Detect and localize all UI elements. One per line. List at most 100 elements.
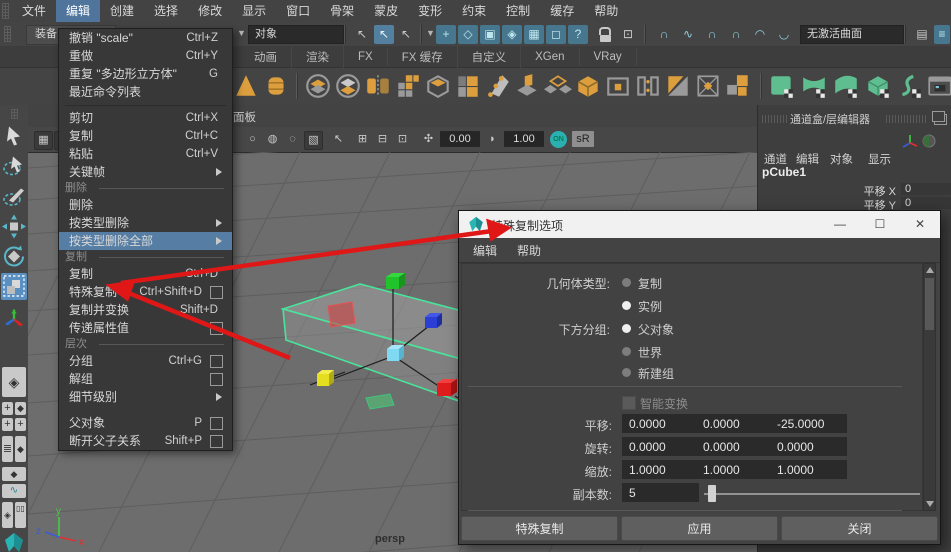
toolbox-drag-handle[interactable]	[11, 109, 18, 119]
scale-tool-icon[interactable]	[1, 273, 27, 300]
green-plane-icon[interactable]	[768, 72, 796, 100]
statusline-drag-handle[interactable]	[4, 26, 11, 42]
extrude-icon[interactable]	[514, 72, 542, 100]
menu-help[interactable]: 帮助	[584, 0, 628, 22]
rotate-tool-icon[interactable]	[1, 243, 27, 270]
menu-create[interactable]: 创建	[100, 0, 144, 22]
menu-modify[interactable]: 修改	[188, 0, 232, 22]
smart-transform-checkbox[interactable]	[622, 396, 636, 410]
menu-item-repeat[interactable]: 重复 "多边形立方体"G	[59, 65, 232, 83]
option-box-icon[interactable]	[210, 322, 223, 335]
menu-item-keys[interactable]: 关键帧	[59, 163, 232, 181]
scale-handle-y[interactable]	[386, 273, 405, 289]
scroll-down-icon[interactable]	[926, 501, 934, 507]
manipulator-plane-handle[interactable]	[366, 394, 394, 409]
layout-hypergraph-button-a[interactable]: ◈	[2, 502, 13, 528]
color-management-toggle[interactable]: ON	[550, 131, 567, 148]
shelf-tab-custom[interactable]: 自定义	[458, 46, 522, 68]
layout-hypergraph-button-b[interactable]: ▯▯	[15, 502, 26, 528]
copies-slider-handle[interactable]	[708, 485, 716, 502]
channel-value[interactable]: 0	[901, 197, 951, 209]
scale-handle-neg[interactable]	[317, 370, 334, 386]
poly-cone-icon[interactable]	[232, 72, 260, 100]
history-toggle-icon[interactable]: ∩	[726, 25, 746, 44]
layered-display-icon[interactable]: ⊞	[354, 131, 371, 148]
scroll-up-icon[interactable]	[926, 267, 934, 273]
xray-joints-icon[interactable]: ◍	[264, 131, 281, 148]
render-settings-icon[interactable]: ≡	[934, 25, 950, 44]
rotate-z-field[interactable]	[770, 437, 847, 456]
plane-toggle-icon[interactable]: ▧	[304, 131, 323, 150]
highlight-selection-icon[interactable]: ⊡	[618, 25, 638, 44]
menu-item-unparent[interactable]: 断开父子关系Shift+P	[59, 432, 232, 450]
lock-icon[interactable]	[596, 25, 614, 42]
scale-handle-z[interactable]	[425, 313, 442, 328]
translate-z-field[interactable]	[770, 414, 847, 433]
smooth-cube-icon[interactable]	[424, 72, 452, 100]
menu-item-paste[interactable]: 粘贴Ctrl+V	[59, 145, 232, 163]
close-dialog-button[interactable]: 关闭	[781, 516, 938, 541]
shelf-tab-fx-caching[interactable]: FX 缓存	[388, 46, 458, 68]
scale-y-field[interactable]	[696, 460, 773, 479]
option-box-icon[interactable]	[210, 286, 223, 299]
menu-item-delete-all-by-type[interactable]: 按类型删除全部	[59, 232, 232, 250]
make-live-icon[interactable]: ◻	[546, 25, 566, 44]
menu-item-transfer-attribute-values[interactable]: 传递属性值	[59, 319, 232, 337]
menu-item-cut[interactable]: 剪切Ctrl+X	[59, 109, 232, 127]
delete-edge-icon[interactable]	[694, 72, 722, 100]
layout-graph-editor-button[interactable]: ∿	[2, 484, 26, 498]
shelf-tab-animation[interactable]: 动画	[240, 46, 292, 68]
duplicate-special-button[interactable]: 特殊复制	[461, 516, 618, 541]
multi-cut-icon[interactable]	[484, 72, 512, 100]
menubar-drag-handle[interactable]	[2, 3, 9, 19]
select-tool-icon[interactable]	[1, 123, 27, 150]
menu-item-level-of-detail[interactable]: 细节级别	[59, 388, 232, 406]
menu-item-duplicate-special[interactable]: 特殊复制Ctrl+Shift+D	[59, 283, 232, 301]
quad-draw-icon[interactable]	[544, 72, 572, 100]
magnet-snap-icon[interactable]: ◠	[750, 25, 770, 44]
green-surface-icon-1[interactable]	[800, 72, 828, 100]
history-output-icon[interactable]: ∿	[678, 25, 698, 44]
panel-menu-panels[interactable]: 面板	[233, 109, 256, 125]
menu-windows[interactable]: 窗口	[276, 0, 320, 22]
active-surface-field[interactable]: 无激活曲面	[800, 25, 904, 44]
combine-icon[interactable]	[304, 72, 332, 100]
green-curve-icon[interactable]	[896, 72, 924, 100]
dialog-titlebar[interactable]: 特殊复制选项 — ☐ ✕	[459, 211, 940, 238]
image-plane-icon[interactable]: ⊡	[394, 131, 411, 148]
rotate-y-field[interactable]	[696, 437, 773, 456]
shelf-tab-xgen[interactable]: XGen	[521, 48, 579, 66]
menu-display[interactable]: 显示	[232, 0, 276, 22]
menu-item-ungroup[interactable]: 解组	[59, 370, 232, 388]
menu-item-duplicate-with-transform[interactable]: 复制并变换Shift+D	[59, 301, 232, 319]
snap-caret-icon[interactable]: ▼	[426, 28, 435, 38]
close-button[interactable]: ✕	[900, 211, 940, 238]
snap-view-plane-icon[interactable]: ▦	[524, 25, 544, 44]
shelf-tab-rendering[interactable]: 渲染	[292, 46, 344, 68]
menu-skin[interactable]: 蒙皮	[364, 0, 408, 22]
menu-item-undo[interactable]: 撤销 "scale"Ctrl+Z	[59, 29, 232, 47]
channelbox-axis-icon[interactable]	[900, 133, 940, 149]
option-box-icon[interactable]	[210, 417, 223, 430]
separate-icon[interactable]	[334, 72, 362, 100]
gamma-field[interactable]: 1.00	[504, 131, 544, 147]
fill-hole-icon[interactable]	[394, 72, 422, 100]
menu-control[interactable]: 控制	[496, 0, 540, 22]
menu-cache[interactable]: 缓存	[540, 0, 584, 22]
exposure-field[interactable]: 0.00	[440, 131, 480, 147]
poly-cylinder-icon[interactable]	[262, 72, 290, 100]
option-box-icon[interactable]	[210, 373, 223, 386]
radio-copy[interactable]	[622, 278, 631, 287]
menu-item-group[interactable]: 分组Ctrl+G	[59, 352, 232, 370]
border-edge-icon[interactable]	[604, 72, 632, 100]
layout-persp-only-button[interactable]: ◆	[2, 467, 26, 481]
magnet-release-icon[interactable]: ◡	[774, 25, 794, 44]
select-hierarchy-icon[interactable]: ↖	[352, 25, 372, 44]
menu-deform[interactable]: 变形	[408, 0, 452, 22]
channel-box-titlebar[interactable]: 通道盒/层编辑器	[758, 111, 951, 127]
layout-four-pane-button-b[interactable]: ◆	[15, 402, 26, 415]
menu-item-delete-by-type[interactable]: 按类型删除	[59, 214, 232, 232]
select-object-icon[interactable]: ↖	[374, 25, 394, 44]
render-view-icon[interactable]: ▤	[912, 25, 932, 44]
minimize-button[interactable]: —	[820, 211, 860, 238]
